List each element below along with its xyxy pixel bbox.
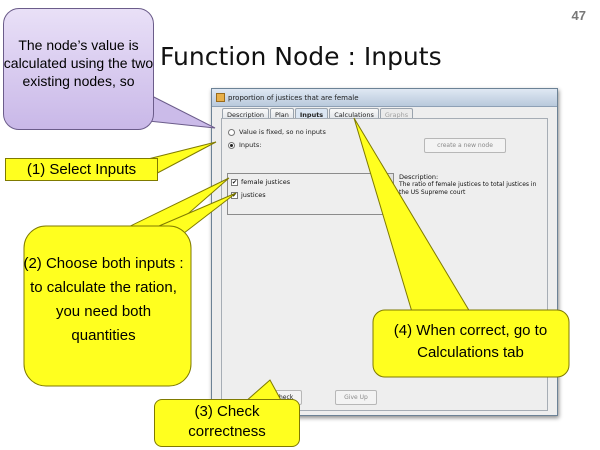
step3-callout-text: (3) Check correctness — [188, 403, 266, 440]
step4-callout-tail — [353, 117, 471, 313]
step1-callout-tail — [147, 141, 217, 179]
step1-callout-text: (1) Select Inputs — [26, 161, 137, 178]
yellow-callout-shapes — [23, 117, 570, 403]
step4-callout-text: (4) When correct, go to Calculations tab — [393, 322, 548, 361]
step2-callout-text: (2) Choose both inputs : to calculate th… — [23, 255, 184, 344]
